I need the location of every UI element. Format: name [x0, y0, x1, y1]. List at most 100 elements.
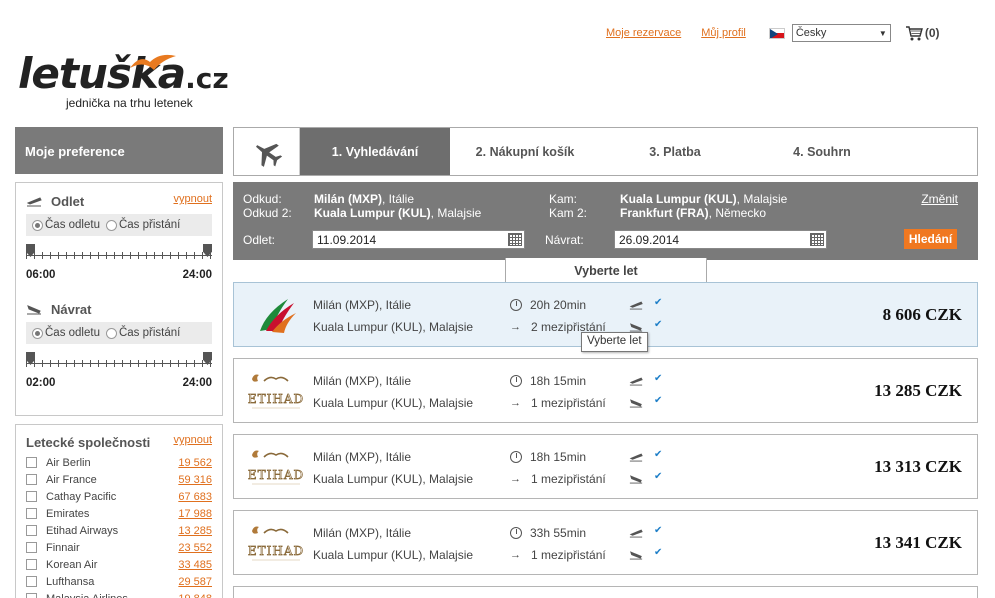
flight-result[interactable]: ETIHAD Milán (MXP), Itálie Kuala Lumpur (K…: [233, 510, 978, 575]
flight-stops: → 1 mezipřistání: [510, 548, 606, 562]
from2-label: Odkud 2:: [243, 206, 292, 220]
step-summary[interactable]: 4. Souhrn: [750, 128, 894, 175]
return-leg-icon: [629, 473, 643, 487]
clock-icon: [510, 527, 522, 539]
flight-stops: → 1 mezipřistání: [510, 472, 606, 486]
flight-result[interactable]: ETIHAD Milán (MXP), Itálie Kuala Lumpur (K…: [233, 358, 978, 423]
airline-filter-row[interactable]: Air France 59 316: [26, 471, 212, 488]
airline-checkbox[interactable]: [26, 457, 37, 468]
airline-filter-row[interactable]: Malaysia Airlines 19 848: [26, 590, 212, 598]
clock-icon: [510, 299, 522, 311]
airline-price-link[interactable]: 19 562: [178, 457, 212, 469]
flight-destination: Kuala Lumpur (KUL), Malajsie: [313, 548, 474, 562]
site-logo[interactable]: letuška.cz jednička na trhu letenek: [18, 52, 248, 114]
airline-price-link[interactable]: 23 552: [178, 542, 212, 554]
outbound-leg-icon: [629, 375, 643, 389]
depart-date-input[interactable]: 11.09.2014: [312, 230, 525, 249]
calendar-icon[interactable]: [810, 233, 824, 246]
flight-origin: Milán (MXP), Itálie: [313, 298, 412, 312]
depart-label: Odlet:: [243, 233, 276, 247]
flight-destination: Kuala Lumpur (KUL), Malajsie: [313, 396, 474, 410]
flight-duration: 18h 15min: [510, 374, 586, 388]
airline-checkbox[interactable]: [26, 474, 37, 485]
airline-checkbox[interactable]: [26, 576, 37, 587]
outbound-toggle-link[interactable]: vypnout: [173, 193, 212, 205]
etihad-logo-text: ETIHAD: [248, 468, 304, 482]
etihad-logo-text: ETIHAD: [248, 544, 304, 558]
airline-filter-row[interactable]: Lufthansa 29 587: [26, 573, 212, 590]
airline-price-link[interactable]: 29 587: [178, 576, 212, 588]
from-label: Odkud:: [243, 192, 282, 206]
outbound-radio-arrival-label: Čas přistání: [118, 219, 181, 231]
airline-name: Air Berlin: [46, 456, 91, 469]
airline-checkbox[interactable]: [26, 542, 37, 553]
cart-button[interactable]: (0): [905, 25, 940, 41]
airline-filter-row[interactable]: Etihad Airways 13 285: [26, 522, 212, 539]
airline-checkbox[interactable]: [26, 593, 37, 598]
flight-destination: Kuala Lumpur (KUL), Malajsie: [313, 320, 474, 334]
airline-name: Finnair: [46, 541, 80, 554]
airline-filter-row[interactable]: Finnair 23 552: [26, 539, 212, 556]
steps-plane-box: [234, 128, 300, 175]
outbound-leg-icon: [629, 299, 643, 313]
check-icon: ✔: [654, 395, 663, 406]
airline-logo: [246, 293, 306, 337]
my-bookings-link[interactable]: Moje rezervace: [606, 27, 681, 39]
flight-price: 13 313 CZK: [874, 457, 962, 476]
booking-steps: 1. Vyhledávání 2. Nákupní košík 3. Platb…: [233, 127, 978, 176]
airline-price-link[interactable]: 13 285: [178, 525, 212, 537]
flight-destination: Kuala Lumpur (KUL), Malajsie: [313, 472, 474, 486]
arrow-right-icon: →: [510, 473, 521, 485]
change-search-link[interactable]: Změnit: [921, 192, 958, 206]
flight-result-partial[interactable]: [233, 586, 978, 598]
return-radio-arrival[interactable]: [105, 327, 117, 339]
airline-filter-row[interactable]: Cathay Pacific 67 683: [26, 488, 212, 505]
preferences-header: Moje preference: [15, 127, 223, 174]
airline-checkbox[interactable]: [26, 525, 37, 536]
outbound-time-max: 24:00: [182, 269, 212, 281]
outbound-time-slider[interactable]: [26, 244, 212, 264]
return-radio-departure-label: Čas odletu: [45, 327, 100, 339]
outbound-radio-departure-label: Čas odletu: [45, 219, 100, 231]
airlines-toggle-link[interactable]: vypnout: [173, 434, 212, 446]
flight-duration: 33h 55min: [510, 526, 586, 540]
airline-price-link[interactable]: 67 683: [178, 491, 212, 503]
airline-checkbox[interactable]: [26, 491, 37, 502]
airline-filter-row[interactable]: Korean Air 33 485: [26, 556, 212, 573]
step-search[interactable]: 1. Vyhledávání: [300, 128, 450, 175]
flight-duration: 20h 20min: [510, 298, 586, 312]
return-radio-departure[interactable]: [32, 327, 43, 339]
airline-name: Korean Air: [46, 558, 98, 571]
clock-icon: [510, 375, 522, 387]
arrow-right-icon: →: [510, 549, 521, 561]
calendar-icon[interactable]: [508, 233, 522, 246]
return-date-input[interactable]: 26.09.2014: [614, 230, 827, 249]
return-time-max: 24:00: [182, 377, 212, 389]
airline-checkbox[interactable]: [26, 559, 37, 570]
my-profile-link[interactable]: Můj profil: [701, 27, 746, 39]
to-label: Kam:: [549, 192, 578, 206]
step-payment[interactable]: 3. Platba: [600, 128, 750, 175]
arrow-right-icon: →: [510, 397, 521, 409]
outbound-radio-departure[interactable]: [32, 219, 43, 231]
language-select[interactable]: Česky ▼: [791, 24, 891, 42]
outbound-radio-arrival[interactable]: [105, 219, 117, 231]
search-summary: Odkud: Milán (MXP), Itálie Odkud 2: Kual…: [233, 182, 978, 260]
return-time-slider[interactable]: [26, 352, 212, 372]
airline-price-link[interactable]: 33 485: [178, 559, 212, 571]
step-cart[interactable]: 2. Nákupní košík: [450, 128, 600, 175]
airline-price-link[interactable]: 19 848: [178, 593, 212, 598]
plane-takeoff-icon: [629, 453, 643, 462]
airline-filter-row[interactable]: Air Berlin 19 562: [26, 454, 212, 471]
to2-value: Frankfurt (FRA), Německo: [620, 206, 767, 220]
czech-flag-icon: [768, 27, 785, 39]
airline-price-link[interactable]: 59 316: [178, 474, 212, 486]
airline-checkbox[interactable]: [26, 508, 37, 519]
search-button[interactable]: Hledání: [904, 229, 957, 249]
airline-price-link[interactable]: 17 988: [178, 508, 212, 520]
plane-landing-icon: [629, 323, 643, 332]
airline-filter-row[interactable]: Emirates 17 988: [26, 505, 212, 522]
outbound-time-min: 06:00: [26, 269, 56, 281]
outbound-leg-icon: [629, 451, 643, 465]
flight-result[interactable]: ETIHAD Milán (MXP), Itálie Kuala Lumpur (K…: [233, 434, 978, 499]
